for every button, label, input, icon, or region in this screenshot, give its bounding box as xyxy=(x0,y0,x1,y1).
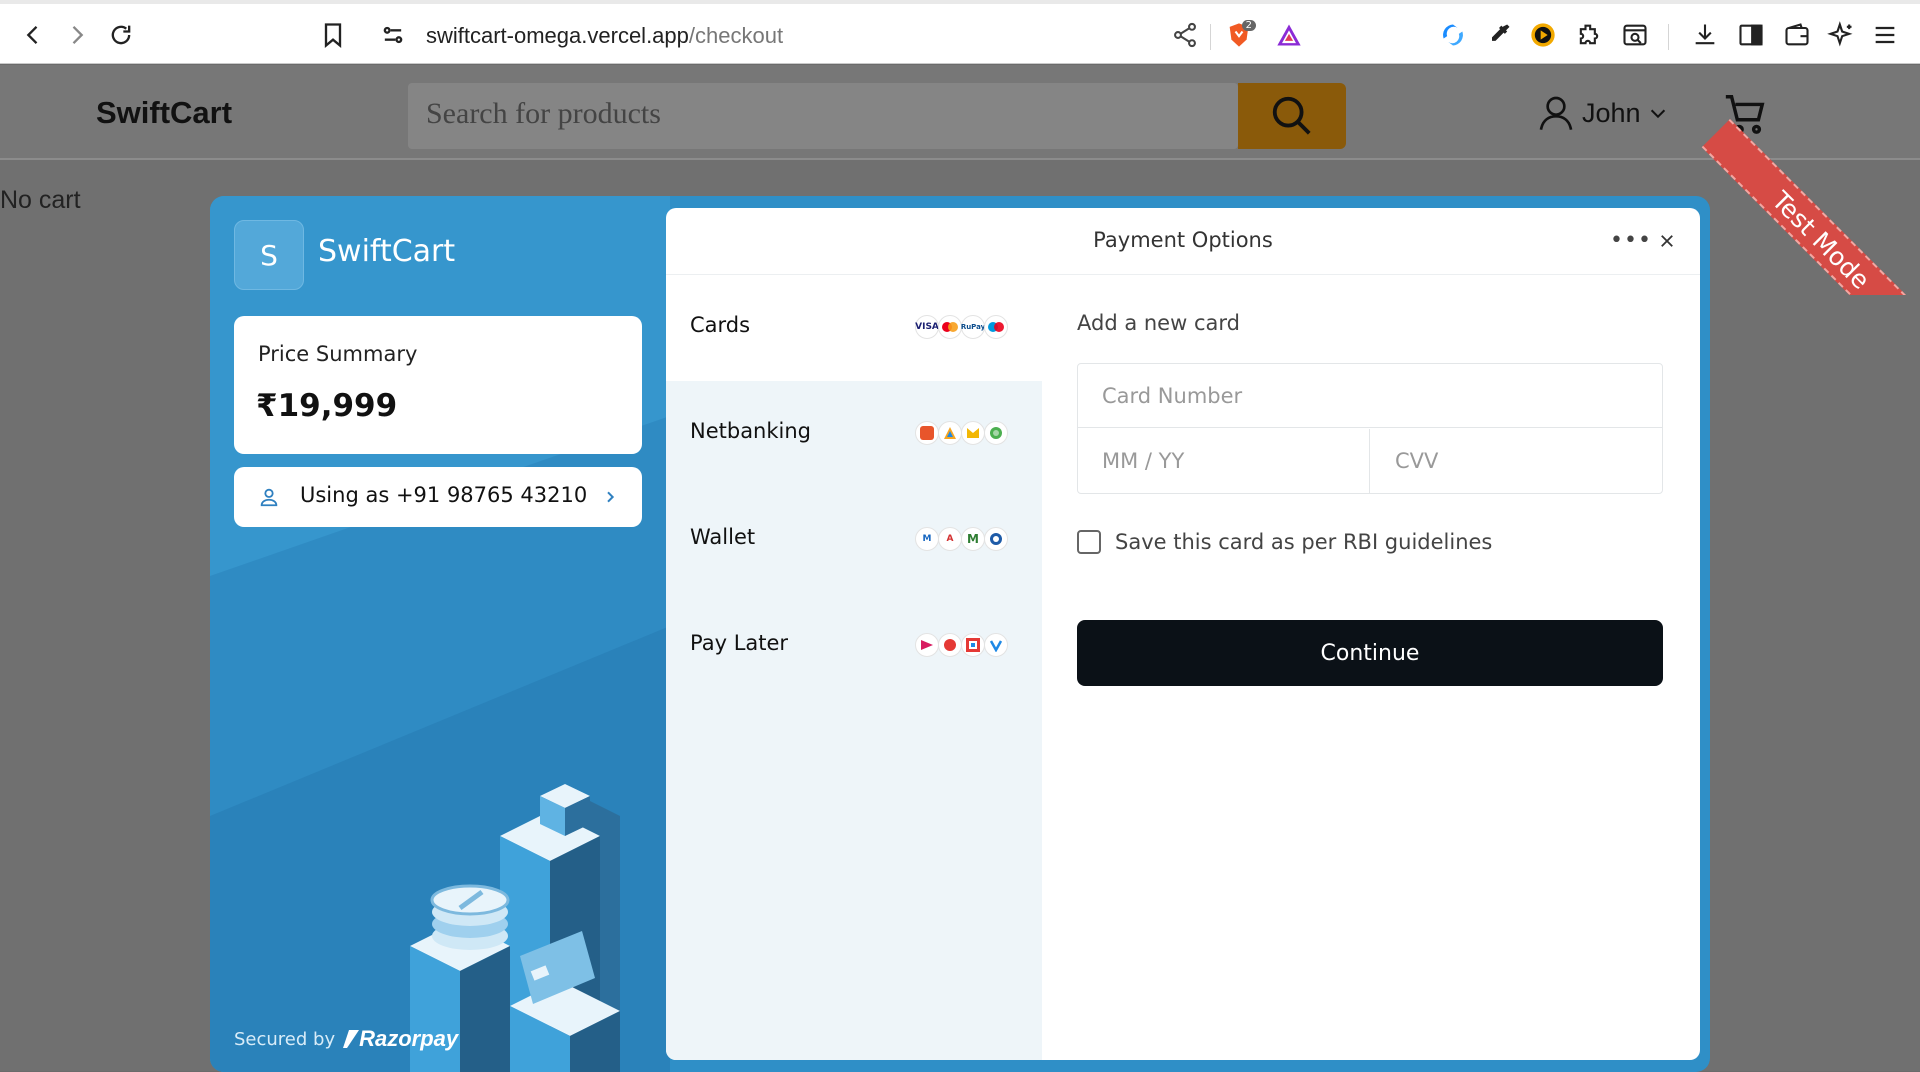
address-bar[interactable]: swiftcart-omega.vercel.app/checkout xyxy=(426,20,783,52)
contact-text: Using as +91 98765 43210 xyxy=(300,483,588,507)
payment-options-title: Payment Options xyxy=(1093,228,1273,252)
continue-button[interactable]: Continue xyxy=(1077,620,1663,686)
card-number-input[interactable] xyxy=(1078,364,1662,428)
wallet-4-icon xyxy=(984,527,1008,551)
reader-icon[interactable] xyxy=(1618,18,1652,52)
bank-icons xyxy=(915,421,1008,445)
page: SwiftCart Search for products John No ca… xyxy=(0,65,1920,1072)
user-icon xyxy=(1539,96,1573,130)
wallet-1-icon: M xyxy=(915,527,939,551)
razorpay-logo: Razorpay xyxy=(343,1026,458,1052)
bank-4-icon xyxy=(984,421,1008,445)
save-card-checkbox[interactable] xyxy=(1077,530,1101,554)
contact-details-button[interactable]: Using as +91 98765 43210 xyxy=(234,467,642,527)
wallet-3-icon: M xyxy=(961,527,985,551)
card-cvv-input[interactable] xyxy=(1371,429,1662,493)
user-name: John xyxy=(1582,97,1641,128)
wallet-icons: M A M xyxy=(915,527,1008,551)
eyedropper-icon[interactable] xyxy=(1482,18,1516,52)
paylater-4-icon xyxy=(984,633,1008,657)
wallet-2-icon: A xyxy=(938,527,962,551)
card-fields xyxy=(1077,363,1663,494)
search-input[interactable]: Search for products xyxy=(408,83,1238,149)
card-expiry-input[interactable] xyxy=(1078,429,1370,493)
site-settings-icon[interactable] xyxy=(376,18,410,52)
forward-icon[interactable] xyxy=(60,18,94,52)
close-icon[interactable] xyxy=(1652,226,1682,256)
sync-extension-icon[interactable] xyxy=(1436,18,1470,52)
site-header: SwiftCart Search for products John xyxy=(0,65,1920,160)
site-logo[interactable]: SwiftCart xyxy=(96,95,232,131)
payment-options-header: Payment Options ••• xyxy=(666,208,1700,275)
method-label: Wallet xyxy=(690,525,756,549)
media-extension-icon[interactable] xyxy=(1526,18,1560,52)
method-pay-later[interactable]: Pay Later xyxy=(666,593,1042,699)
mastercard-icon xyxy=(938,315,962,339)
price-amount: ₹19,999 xyxy=(256,388,398,424)
method-label: Cards xyxy=(690,313,751,337)
secured-by: Secured by Razorpay xyxy=(234,1026,458,1052)
paylater-2-icon xyxy=(938,633,962,657)
checkout-modal: S SwiftCart Price Summary ₹19,999 Using … xyxy=(210,196,1710,1072)
empty-cart-message: No cart xyxy=(0,186,81,214)
search-icon xyxy=(1272,96,1311,135)
test-mode-label: Test Mode xyxy=(1701,119,1920,295)
paylater-3-icon xyxy=(961,633,985,657)
save-card-label: Save this card as per RBI guidelines xyxy=(1115,530,1493,554)
method-label: Pay Later xyxy=(690,631,789,655)
user-menu[interactable]: John xyxy=(1536,93,1669,133)
sidebar-icon[interactable] xyxy=(1734,18,1768,52)
bank-1-icon xyxy=(915,421,939,445)
pay-later-icons xyxy=(915,633,1008,657)
paylater-1-icon xyxy=(915,633,939,657)
price-summary-card: Price Summary ₹19,999 xyxy=(234,316,642,454)
maestro-icon xyxy=(984,315,1008,339)
chevron-down-icon xyxy=(1650,109,1665,119)
brave-rewards-icon[interactable] xyxy=(1272,18,1306,52)
menu-icon[interactable] xyxy=(1868,18,1902,52)
browser-toolbar: swiftcart-omega.vercel.app/checkout 2 xyxy=(0,0,1920,64)
method-netbanking[interactable]: Netbanking xyxy=(666,381,1042,487)
leo-ai-icon[interactable] xyxy=(1824,18,1858,52)
back-icon[interactable] xyxy=(16,18,50,52)
downloads-icon[interactable] xyxy=(1688,18,1722,52)
secured-by-label: Secured by xyxy=(234,1028,336,1050)
search-placeholder: Search for products xyxy=(426,97,661,130)
brave-badge: 2 xyxy=(1241,20,1256,31)
more-options-icon[interactable]: ••• xyxy=(1610,228,1652,253)
extensions-icon[interactable] xyxy=(1572,18,1606,52)
razorpay-mark-icon xyxy=(343,1030,360,1048)
bookmark-icon[interactable] xyxy=(316,18,350,52)
reload-icon[interactable] xyxy=(104,18,138,52)
method-cards[interactable]: Cards VISA RuPay xyxy=(666,275,1042,381)
payment-methods-list: Cards VISA RuPay Netbanking Wallet M A M… xyxy=(666,275,1042,1060)
card-network-icons: VISA RuPay xyxy=(915,315,1008,339)
search-button[interactable] xyxy=(1238,83,1346,149)
merchant-name: SwiftCart xyxy=(318,234,456,269)
share-icon[interactable] xyxy=(1168,18,1202,52)
chevron-right-icon xyxy=(607,491,615,503)
user-icon xyxy=(260,488,278,507)
payment-options-panel: Payment Options ••• Cards VISA RuPay Net… xyxy=(666,208,1700,1060)
bank-3-icon xyxy=(961,421,985,445)
url-path: /checkout xyxy=(688,23,784,48)
wallet-icon[interactable] xyxy=(1780,18,1814,52)
visa-icon: VISA xyxy=(915,315,939,339)
test-mode-ribbon: Test Mode xyxy=(1690,65,1920,295)
brave-shields-icon[interactable]: 2 xyxy=(1222,18,1256,52)
method-label: Netbanking xyxy=(690,419,812,443)
rupay-icon: RuPay xyxy=(961,315,985,339)
save-card-row: Save this card as per RBI guidelines xyxy=(1077,530,1492,554)
price-summary-label: Price Summary xyxy=(258,342,418,366)
bank-2-icon xyxy=(938,421,962,445)
merchant-logo: S xyxy=(234,220,304,290)
method-wallet[interactable]: Wallet M A M xyxy=(666,487,1042,593)
razorpay-wordmark: Razorpay xyxy=(359,1026,459,1051)
add-card-title: Add a new card xyxy=(1077,311,1240,335)
url-host: swiftcart-omega.vercel.app xyxy=(426,23,689,48)
merchant-panel: S SwiftCart Price Summary ₹19,999 Using … xyxy=(210,196,670,1072)
